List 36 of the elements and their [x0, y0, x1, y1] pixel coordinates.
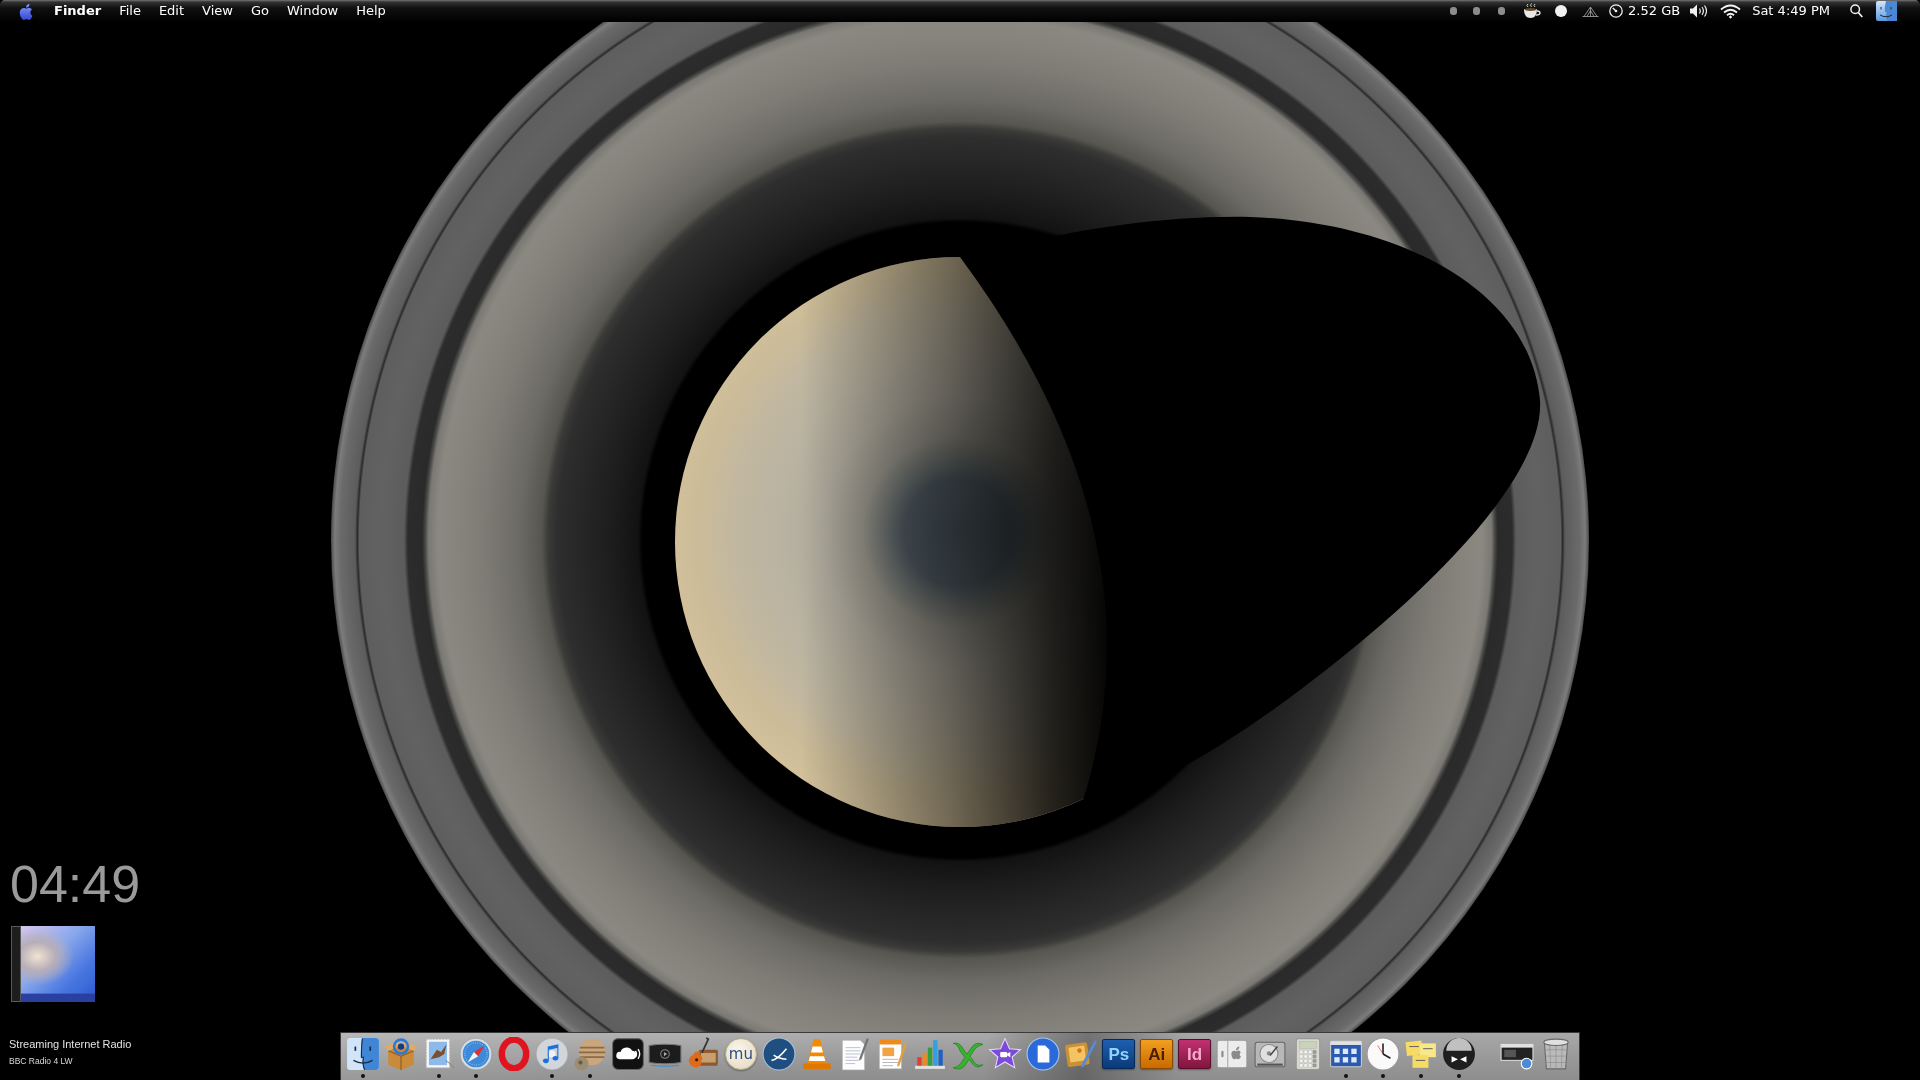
bar-chart-icon[interactable]: [912, 1037, 947, 1071]
coffee-cup-icon[interactable]: [1522, 3, 1542, 19]
search-icon[interactable]: [1850, 4, 1863, 18]
menu-item[interactable]: View: [202, 3, 233, 19]
box-icon[interactable]: [383, 1037, 418, 1071]
wifi-icon[interactable]: [1720, 3, 1742, 19]
music-disc-icon[interactable]: [534, 1037, 569, 1071]
letter-tile-button[interactable]: Ps: [1102, 1039, 1136, 1069]
apple-icon[interactable]: [18, 1, 34, 21]
menu-item[interactable]: Window: [286, 3, 339, 19]
circle-icon[interactable]: [1555, 5, 1568, 17]
star-icon[interactable]: [988, 1037, 1023, 1071]
radio-title: Streaming Internet Radio: [9, 1038, 132, 1051]
swoosh-circle-icon[interactable]: [761, 1037, 796, 1071]
menu-item[interactable]: Go: [250, 3, 269, 19]
compass-icon[interactable]: [459, 1037, 494, 1071]
face-icon[interactable]: [345, 1037, 380, 1071]
app-name-menu[interactable]: Finder: [54, 3, 102, 19]
memory-status-button[interactable]: 2.52 GB: [1609, 3, 1681, 19]
cloud-icon[interactable]: [610, 1037, 645, 1071]
clock-menu[interactable]: Sat 4:49 PM: [1752, 3, 1830, 19]
bowtie-icon[interactable]: [1442, 1037, 1477, 1071]
letter-tile-button[interactable]: Id: [1177, 1039, 1211, 1069]
menu-item[interactable]: Help: [356, 3, 386, 19]
gauge-icon: [1609, 4, 1624, 18]
volume-icon[interactable]: [1690, 4, 1708, 18]
bridge-icon[interactable]: [1582, 5, 1600, 17]
menu-item[interactable]: File: [119, 3, 141, 19]
document-circle-icon[interactable]: [1026, 1037, 1061, 1071]
clock-icon[interactable]: [1366, 1037, 1401, 1071]
desktop-clock: 04:49: [10, 858, 141, 910]
face-tile-icon[interactable]: [1876, 1, 1897, 21]
letter-tile-button[interactable]: Ai: [1140, 1039, 1174, 1069]
apple-panel-icon[interactable]: [1215, 1037, 1250, 1071]
station-name: BBC Radio 4 LW: [9, 1056, 73, 1066]
menu-item[interactable]: Edit: [158, 3, 185, 19]
